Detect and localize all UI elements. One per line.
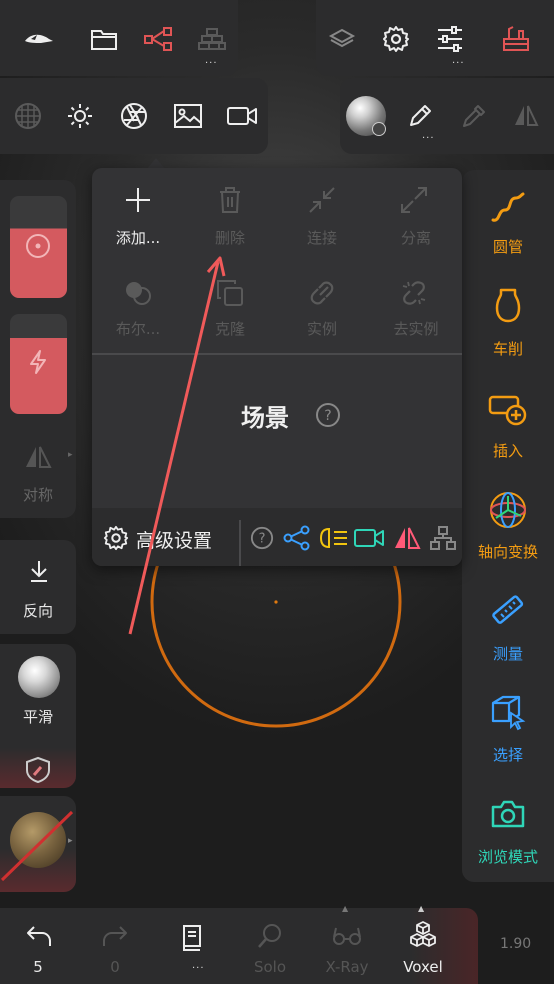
redo-icon — [98, 920, 132, 952]
annotation-arrow — [128, 256, 226, 635]
xray-glasses-icon — [330, 920, 364, 952]
redo-count: 0 — [110, 958, 120, 976]
solo-search-icon — [254, 920, 286, 952]
voxel-cubes-icon[interactable] — [406, 918, 440, 950]
xray-caret-icon: ▲ — [342, 904, 349, 913]
book-more-dots: ... — [192, 960, 205, 971]
xray-label: X-Ray — [325, 958, 369, 976]
version-label: 1.90 — [500, 936, 532, 952]
solo-label: Solo — [253, 958, 287, 976]
book-icon[interactable] — [175, 922, 209, 954]
undo-count: 5 — [33, 958, 43, 976]
undo-icon[interactable] — [22, 920, 56, 952]
voxel-caret-icon: ▲ — [418, 904, 425, 913]
voxel-label[interactable]: Voxel — [390, 958, 456, 976]
